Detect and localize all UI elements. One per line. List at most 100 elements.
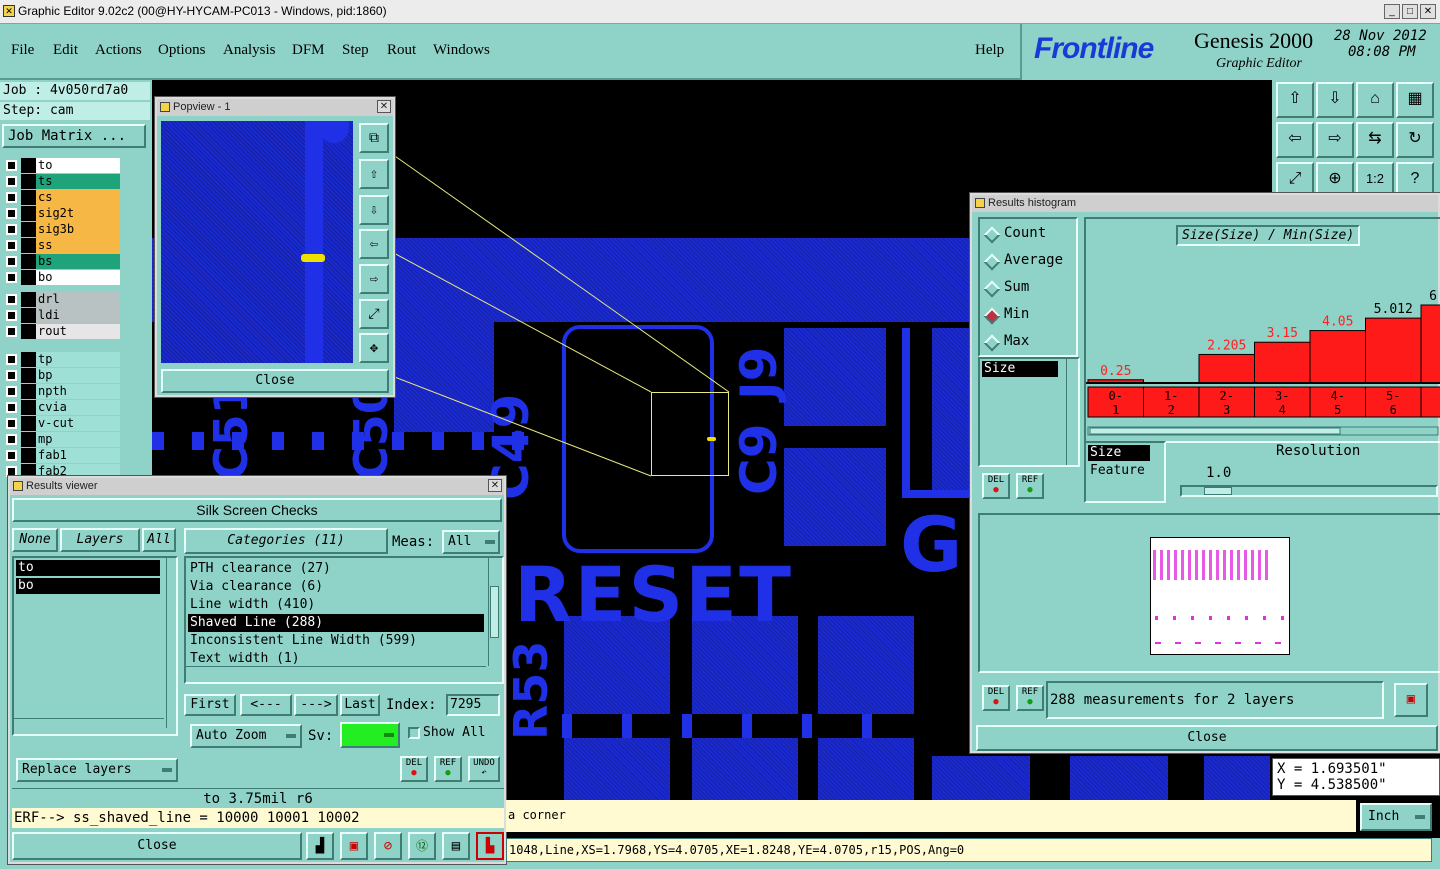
menu-actions[interactable]: Actions <box>95 42 142 59</box>
hist-del-button[interactable]: DEL ● <box>982 473 1010 499</box>
popview-up-icon[interactable]: ⇧ <box>359 159 389 189</box>
histogram-tool-icon[interactable]: ▙ <box>476 832 504 860</box>
category-item[interactable]: Line width (410) <box>188 596 484 614</box>
layer-row-ldi[interactable]: ldi <box>4 308 120 323</box>
layer-checkbox[interactable] <box>6 256 17 267</box>
layer-result-bo[interactable]: bo <box>16 578 160 594</box>
layer-checkbox[interactable] <box>6 310 17 321</box>
layer-checkbox[interactable] <box>6 192 17 203</box>
popview-pan-icon[interactable]: ✥ <box>359 333 389 363</box>
auto-zoom-dropdown[interactable]: Auto Zoom <box>190 724 302 748</box>
menu-analysis[interactable]: Analysis <box>223 42 276 59</box>
layer-checkbox[interactable] <box>6 450 17 461</box>
layer-row-cs[interactable]: cs <box>4 190 120 205</box>
results-close-button[interactable]: Close <box>12 832 302 860</box>
last-button[interactable]: Last <box>340 694 380 716</box>
layer-list-hscrollbar[interactable] <box>14 718 164 730</box>
meas-dropdown[interactable]: All <box>442 530 500 554</box>
next-button[interactable]: ---> <box>294 694 338 716</box>
overview-board[interactable] <box>1150 537 1290 655</box>
tool-mirror-icon[interactable]: ⇆ <box>1356 122 1394 158</box>
number-tool-icon[interactable]: ⑫ <box>408 832 436 860</box>
tool-down-icon[interactable]: ⇩ <box>1316 82 1354 118</box>
results-viewer-close-icon[interactable]: ✕ <box>488 479 502 492</box>
tool-grid-icon[interactable]: ▦ <box>1396 82 1434 118</box>
popview-down-icon[interactable]: ⇩ <box>359 195 389 225</box>
menu-edit[interactable]: Edit <box>53 42 78 59</box>
layer-result-to[interactable]: to <box>16 560 160 576</box>
job-matrix-button[interactable]: Job Matrix ... <box>2 124 146 148</box>
resolution-slider-thumb[interactable] <box>1204 487 1232 495</box>
layer-checkbox[interactable] <box>6 272 17 283</box>
layer-row-sig3b[interactable]: sig3b <box>4 222 120 237</box>
tool-right-icon[interactable]: ⇨ <box>1316 122 1354 158</box>
index-input[interactable]: 7295 <box>446 694 500 716</box>
radio-count[interactable] <box>983 226 1001 244</box>
ref-button[interactable]: REF ● <box>434 756 462 782</box>
tool-rotate-icon[interactable]: ↻ <box>1396 122 1434 158</box>
popview-fit-icon[interactable]: ⤢ <box>359 299 389 329</box>
layer-checkbox[interactable] <box>6 370 17 381</box>
layer-checkbox[interactable] <box>6 434 17 445</box>
category-list-scrollbar[interactable] <box>488 558 500 666</box>
layer-row-rout[interactable]: rout <box>4 324 120 339</box>
layer-row-sig2t[interactable]: sig2t <box>4 206 120 221</box>
layer-checkbox[interactable] <box>6 240 17 251</box>
radio-min[interactable] <box>983 307 1001 325</box>
tool-left-icon[interactable]: ⇦ <box>1276 122 1314 158</box>
layer-row-ts[interactable]: ts <box>4 174 120 189</box>
layer-checkbox[interactable] <box>6 176 17 187</box>
category-item[interactable]: PTH clearance (27) <box>188 560 484 578</box>
popview-zoom-icon[interactable]: ⧉ <box>359 123 389 153</box>
layer-row-bp[interactable]: bp <box>4 368 120 383</box>
hist-ref-button[interactable]: REF ● <box>1016 473 1044 499</box>
category-item[interactable]: Shaved Line (288) <box>188 614 484 632</box>
tool-home-icon[interactable]: ⌂ <box>1356 82 1394 118</box>
layer-checkbox[interactable] <box>6 402 17 413</box>
category-scroll-thumb[interactable] <box>490 586 499 638</box>
layer-row-bs[interactable]: bs <box>4 254 120 269</box>
none-button[interactable]: None <box>12 528 58 552</box>
prev-button[interactable]: <--- <box>240 694 292 716</box>
layer-list-scrollbar[interactable] <box>166 558 176 728</box>
category-item[interactable]: Inconsistent Line Width (599) <box>188 632 484 650</box>
menu-help[interactable]: Help <box>975 42 1004 59</box>
menu-dfm[interactable]: DFM <box>292 42 325 59</box>
layer-row-fab1[interactable]: fab1 <box>4 448 120 463</box>
graph-tool-icon[interactable]: ▟ <box>306 832 334 860</box>
x-item-scrollbar[interactable] <box>1066 359 1078 465</box>
resolution-slider[interactable] <box>1180 485 1438 497</box>
layer-checkbox[interactable] <box>6 418 17 429</box>
radio-average[interactable] <box>983 253 1001 271</box>
report-tool-icon[interactable]: ▤ <box>442 832 470 860</box>
radio-sum[interactable] <box>983 280 1001 298</box>
close-window-button[interactable]: ✕ <box>1420 4 1436 19</box>
categories-button[interactable]: Categories (11) <box>184 528 388 554</box>
undo-button[interactable]: UNDO ↶ <box>468 756 500 782</box>
sv-color-dropdown[interactable] <box>340 722 400 748</box>
histogram-close-button[interactable]: Close <box>976 725 1438 751</box>
menu-rout[interactable]: Rout <box>387 42 416 59</box>
menu-windows[interactable]: Windows <box>433 42 490 59</box>
layer-row-npth[interactable]: npth <box>4 384 120 399</box>
layer-row-drl[interactable]: drl <box>4 292 120 307</box>
overview-ref-button[interactable]: REF ● <box>1016 685 1044 711</box>
summary-tool-icon[interactable]: ▣ <box>1394 683 1428 717</box>
feature-item-feature[interactable]: Feature <box>1088 463 1158 479</box>
layer-row-v-cut[interactable]: v-cut <box>4 416 120 431</box>
menu-options[interactable]: Options <box>158 42 206 59</box>
unit-dropdown[interactable]: Inch <box>1360 803 1432 831</box>
replace-layers-dropdown[interactable]: Replace layers <box>16 758 178 782</box>
layer-row-cvia[interactable]: cvia <box>4 400 120 415</box>
all-layers-button[interactable]: All <box>142 528 176 552</box>
category-list-hscrollbar[interactable] <box>186 666 486 680</box>
maximize-button[interactable]: □ <box>1402 4 1418 19</box>
del-button[interactable]: DEL ● <box>400 756 428 782</box>
popview-right-icon[interactable]: ⇨ <box>359 264 389 294</box>
popview-left-icon[interactable]: ⇦ <box>359 229 389 259</box>
layer-row-to[interactable]: to <box>4 158 120 173</box>
feature-item-size[interactable]: Size <box>1088 445 1150 461</box>
menu-step[interactable]: Step <box>342 42 369 59</box>
popview-close-icon[interactable]: ✕ <box>377 100 391 113</box>
layer-checkbox[interactable] <box>6 354 17 365</box>
